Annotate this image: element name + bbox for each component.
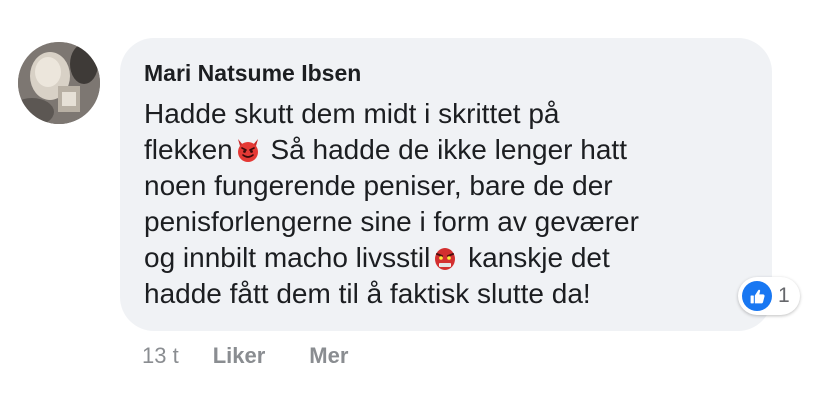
comment-line: noen fungerende peniser, bare de der bbox=[144, 170, 613, 201]
comment-line: Hadde skutt dem midt i skrittet på bbox=[144, 98, 560, 129]
comment-author[interactable]: Mari Natsume Ibsen bbox=[144, 58, 746, 88]
comment-line-text: Så hadde de ikke lenger hatt bbox=[262, 134, 627, 165]
comment-line-text: og innbilt macho livsstil bbox=[144, 242, 431, 273]
reaction-count: 1 bbox=[778, 284, 790, 307]
comment-bubble: Mari Natsume Ibsen Hadde skutt dem midt … bbox=[120, 38, 772, 331]
comment-line: penisforlengerne sine i form av geværer bbox=[144, 206, 639, 237]
avatar[interactable] bbox=[18, 42, 100, 124]
like-button[interactable]: Liker bbox=[213, 343, 266, 369]
comment-line: og innbilt macho livsstil kanskje det bbox=[144, 240, 754, 276]
profile-photo-icon bbox=[18, 42, 100, 124]
comment-line: hadde fått dem til å faktisk slutte da! bbox=[144, 278, 591, 309]
comment-timestamp[interactable]: 13 t bbox=[142, 343, 179, 369]
comment-actions: 13 t Liker Mer bbox=[142, 343, 392, 369]
more-button[interactable]: Mer bbox=[309, 343, 348, 369]
comment-line-text: flekken bbox=[144, 134, 233, 165]
reaction-summary[interactable]: 1 bbox=[738, 277, 800, 315]
comment-thread: Mari Natsume Ibsen Hadde skutt dem midt … bbox=[0, 0, 822, 400]
smiling-devil-emoji-icon bbox=[235, 137, 261, 163]
comment-text: Hadde skutt dem midt i skrittet på flekk… bbox=[144, 96, 754, 312]
comment-line: flekken Så hadde de ikke lenger hatt bbox=[144, 132, 754, 168]
comment-line-text: kanskje det bbox=[460, 242, 610, 273]
goblin-mask-emoji-icon bbox=[432, 245, 458, 271]
like-icon bbox=[742, 281, 772, 311]
